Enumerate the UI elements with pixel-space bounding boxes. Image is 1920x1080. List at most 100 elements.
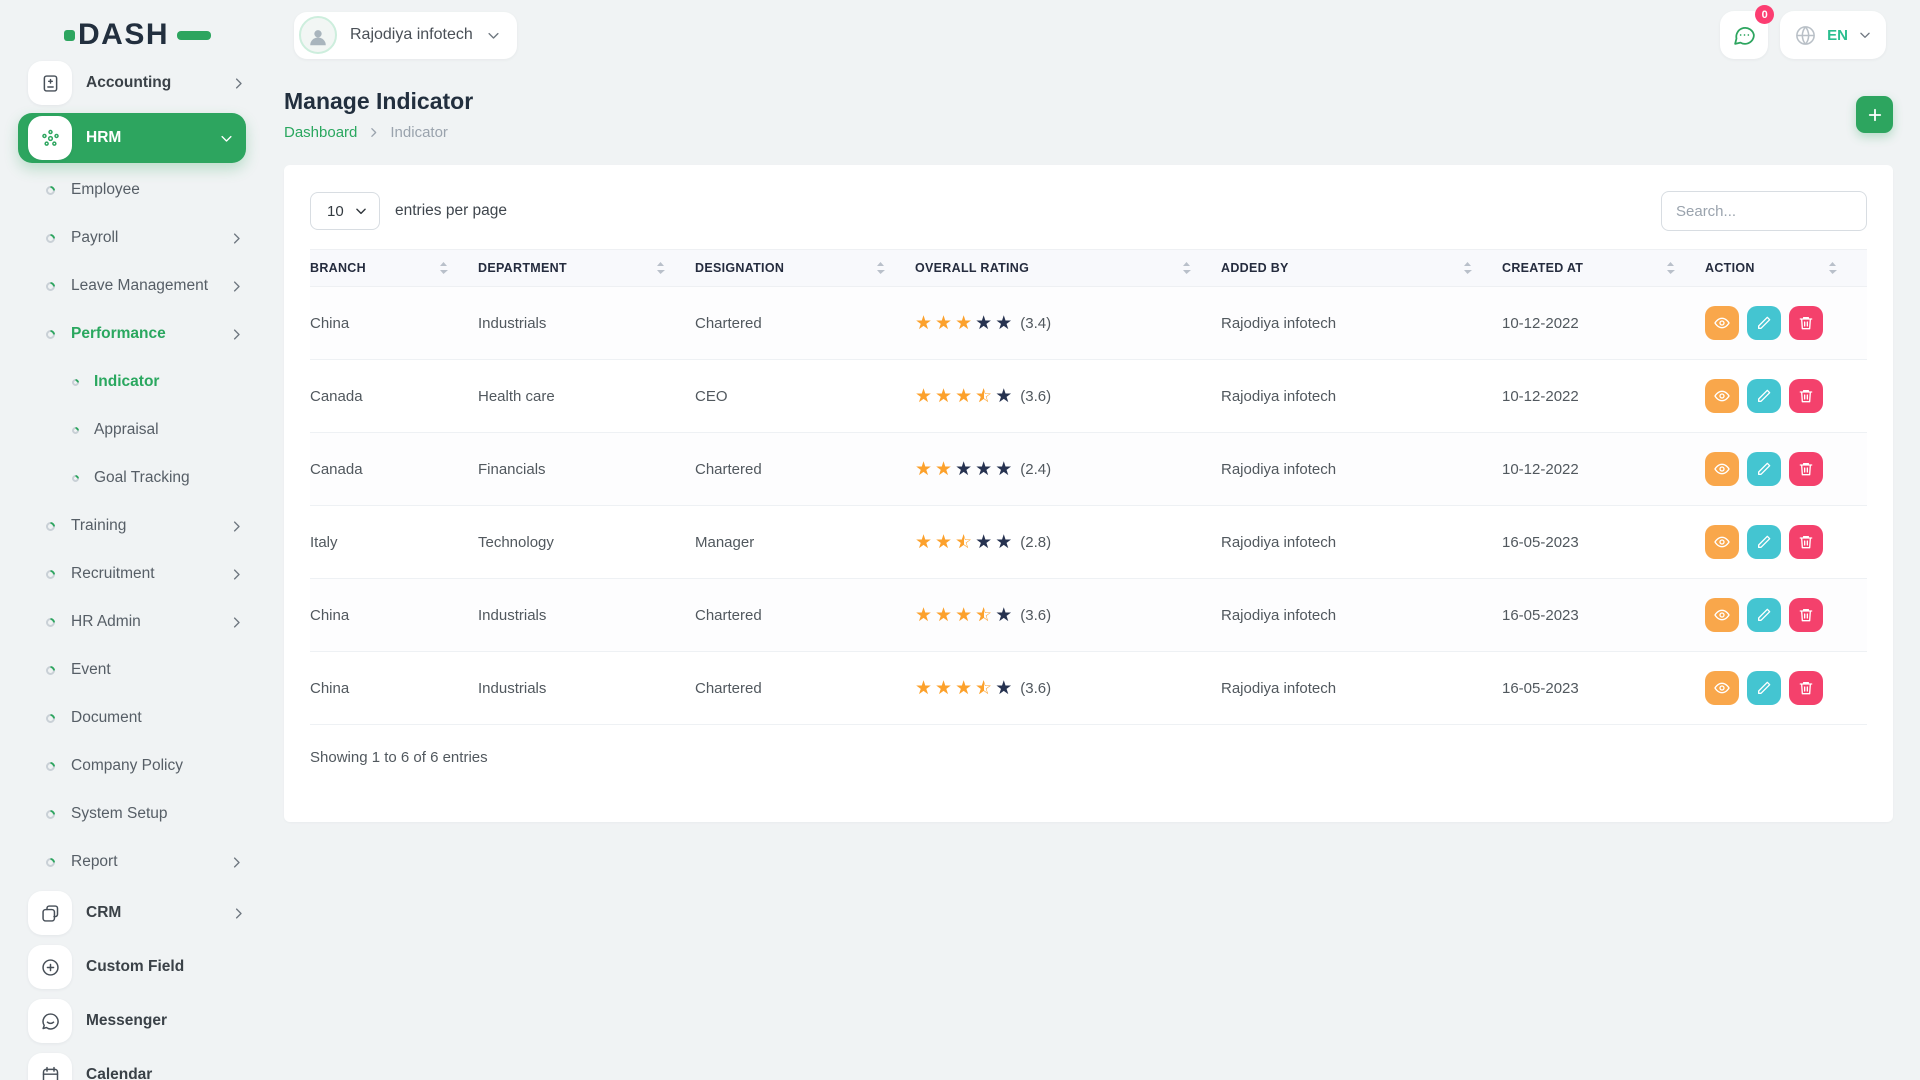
sidebar-item-goal-tracking[interactable]: Goal Tracking [18, 454, 260, 502]
star-empty-icon: ★ [995, 314, 1012, 333]
chevron-right-icon [229, 567, 244, 582]
view-button[interactable] [1705, 598, 1739, 632]
sidebar-item-document[interactable]: Document [18, 694, 260, 742]
sidebar-item-employee[interactable]: Employee [18, 166, 260, 214]
trash-icon [1798, 680, 1814, 696]
sidebar-item-performance[interactable]: Performance [18, 310, 260, 358]
bullet-icon [44, 184, 57, 197]
sidebar-item-event[interactable]: Event [18, 646, 260, 694]
sidebar-item-payroll[interactable]: Payroll [18, 214, 260, 262]
sidebar-item-crm[interactable]: CRM [18, 886, 260, 940]
pencil-icon [1756, 388, 1772, 404]
sidebar-item-label: HR Admin [71, 613, 141, 631]
edit-button[interactable] [1747, 525, 1781, 559]
action-cell [1705, 287, 1867, 360]
star-full-icon: ★ [915, 606, 932, 625]
table-controls: 10 entries per page [310, 191, 1867, 231]
eye-icon [1714, 607, 1730, 623]
edit-button[interactable] [1747, 379, 1781, 413]
chevron-down-icon [354, 204, 368, 218]
sidebar-item-recruitment[interactable]: Recruitment [18, 550, 260, 598]
top-header: DASH Rajodiya infotech 0 EN [0, 0, 1920, 70]
added-by-cell: Rajodiya infotech [1221, 433, 1502, 506]
star-full-icon: ★ [915, 314, 932, 333]
added-by-cell: Rajodiya infotech [1221, 287, 1502, 360]
delete-button[interactable] [1789, 525, 1823, 559]
eye-icon [1714, 315, 1730, 331]
column-label: ADDED BY [1221, 261, 1289, 275]
column-label: ACTION [1705, 261, 1755, 275]
edit-button[interactable] [1747, 598, 1781, 632]
star-empty-icon: ★ [995, 606, 1012, 625]
bullet-icon [44, 712, 57, 725]
sidebar-item-messenger[interactable]: Messenger [18, 994, 260, 1048]
accounting-icon [28, 61, 72, 105]
bullet-icon [44, 568, 57, 581]
table-body: ChinaIndustrialsChartered★★★★★(3.4)Rajod… [310, 287, 1867, 725]
sidebar-item-label: Training [71, 517, 126, 535]
chevron-right-icon [229, 519, 244, 534]
column-header-designation[interactable]: DESIGNATION [695, 250, 915, 287]
sidebar-item-appraisal[interactable]: Appraisal [18, 406, 260, 454]
edit-button[interactable] [1747, 671, 1781, 705]
view-button[interactable] [1705, 379, 1739, 413]
add-indicator-button[interactable] [1856, 96, 1893, 133]
bullet-icon [71, 425, 81, 435]
edit-button[interactable] [1747, 306, 1781, 340]
column-header-branch[interactable]: BRANCH [310, 250, 478, 287]
rating-cell: ★★★★☆★(3.6) [915, 652, 1221, 725]
delete-button[interactable] [1789, 452, 1823, 486]
entries-per-page-select[interactable]: 10 [310, 192, 380, 230]
sidebar-item-system-setup[interactable]: System Setup [18, 790, 260, 838]
rating-cell: ★★★★★(3.4) [915, 287, 1221, 360]
sidebar-item-label: Recruitment [71, 565, 155, 583]
sidebar-item-accounting[interactable]: Accounting [18, 56, 260, 110]
column-header-action[interactable]: ACTION [1705, 250, 1867, 287]
table-row: ItalyTechnologyManager★★★☆★★(2.8)Rajodiy… [310, 506, 1867, 579]
sidebar-item-company-policy[interactable]: Company Policy [18, 742, 260, 790]
view-button[interactable] [1705, 525, 1739, 559]
brand-logo[interactable]: DASH [64, 18, 234, 52]
sidebar-item-hr-admin[interactable]: HR Admin [18, 598, 260, 646]
edit-button[interactable] [1747, 452, 1781, 486]
breadcrumb-dashboard-link[interactable]: Dashboard [284, 124, 357, 141]
designation-cell: Chartered [695, 579, 915, 652]
chevron-right-icon [229, 615, 244, 630]
sidebar-item-custom-field[interactable]: Custom Field [18, 940, 260, 994]
sidebar-item-hrm[interactable]: HRM [18, 113, 246, 163]
sidebar-item-indicator[interactable]: Indicator [18, 358, 260, 406]
bullet-icon [44, 232, 57, 245]
rating-value: (3.6) [1020, 607, 1051, 624]
view-button[interactable] [1705, 671, 1739, 705]
sidebar-item-calendar[interactable]: Calendar [18, 1048, 260, 1080]
column-header-department[interactable]: DEPARTMENT [478, 250, 695, 287]
sidebar-item-training[interactable]: Training [18, 502, 260, 550]
view-button[interactable] [1705, 306, 1739, 340]
star-full-icon: ★ [915, 679, 932, 698]
chevron-right-icon [229, 855, 244, 870]
sidebar-item-report[interactable]: Report [18, 838, 260, 886]
star-empty-icon: ★ [955, 460, 972, 479]
column-header-created-at[interactable]: CREATED AT [1502, 250, 1705, 287]
view-button[interactable] [1705, 452, 1739, 486]
sidebar-item-label: System Setup [71, 805, 168, 823]
star-full-icon: ★ [915, 533, 932, 552]
department-cell: Industrials [478, 287, 695, 360]
star-full-icon: ★ [935, 679, 952, 698]
search-input[interactable] [1661, 191, 1867, 231]
eye-icon [1714, 534, 1730, 550]
sidebar-item-leave-management[interactable]: Leave Management [18, 262, 260, 310]
bullet-icon [44, 616, 57, 629]
delete-button[interactable] [1789, 671, 1823, 705]
sort-icon [1463, 261, 1472, 275]
logo-dash-icon [177, 31, 211, 40]
delete-button[interactable] [1789, 306, 1823, 340]
messages-button[interactable]: 0 [1720, 11, 1768, 59]
delete-button[interactable] [1789, 598, 1823, 632]
company-selector[interactable]: Rajodiya infotech [294, 12, 517, 59]
column-header-overall-rating[interactable]: OVERALL RATING [915, 250, 1221, 287]
column-header-added-by[interactable]: ADDED BY [1221, 250, 1502, 287]
language-selector[interactable]: EN [1780, 11, 1886, 59]
eye-icon [1714, 680, 1730, 696]
delete-button[interactable] [1789, 379, 1823, 413]
